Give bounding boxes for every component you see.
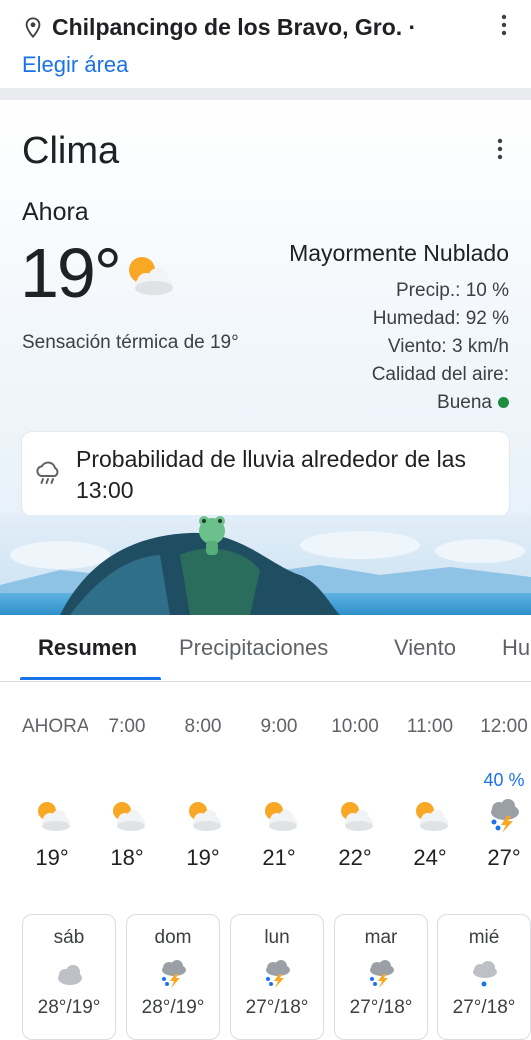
day-card[interactable]: dom 28°/19°: [126, 914, 220, 1040]
thunderstorm-icon: [162, 960, 186, 988]
section-divider: [0, 88, 531, 100]
choose-area-link[interactable]: Elegir área: [22, 52, 128, 78]
weather-tabs: Resumen Precipitaciones Viento Hu: [0, 615, 531, 682]
hour-time: 7:00: [108, 716, 146, 737]
current-temperature: 19°: [20, 234, 122, 312]
thunderstorm-icon: [370, 960, 394, 988]
hour-temp: 24°: [413, 845, 447, 870]
day-temp-range: 27°/18°: [452, 997, 516, 1018]
day-card[interactable]: sáb 28°/19°: [22, 914, 116, 1040]
hour-time: 12:00: [480, 716, 528, 737]
hour-temp: 19°: [35, 845, 69, 870]
day-name: lun: [264, 927, 290, 948]
hour-time: 9:00: [260, 716, 298, 737]
day-card[interactable]: lun 27°/18°: [230, 914, 324, 1040]
air-quality-dot: [498, 397, 509, 409]
thunderstorm-icon: [266, 960, 290, 988]
day-name: sáb: [53, 927, 85, 948]
location-row[interactable]: Chilpancingo de los Bravo, Gro. ·: [24, 14, 416, 41]
precip-detail: Precip.: 10 %: [396, 280, 509, 301]
rain-cloud-icon: [36, 461, 59, 484]
location-pin-icon: [25, 16, 41, 38]
day-temp-range: 27°/18°: [245, 997, 309, 1018]
air-quality-label: Calidad del aire:: [371, 364, 509, 385]
day-temp-range: 27°/18°: [349, 997, 413, 1018]
day-card[interactable]: mar 27°/18°: [334, 914, 428, 1040]
air-quality-row: Buena: [437, 392, 509, 414]
hour-time: 10:00: [331, 716, 379, 737]
day-name: mié: [468, 927, 500, 948]
partly-cloudy-icon: [129, 257, 173, 296]
day-temp-range: 28°/19°: [141, 997, 205, 1018]
hour-temp: 21°: [262, 845, 296, 870]
weather-title: Clima: [22, 130, 120, 172]
partly-cloudy-icon: [416, 802, 448, 831]
location-bar: Chilpancingo de los Bravo, Gro. · Elegir…: [0, 0, 531, 88]
rain-icon: [473, 961, 497, 987]
tab-humedad[interactable]: Hu: [502, 635, 530, 661]
weather-card: Clima Ahora 19° Sensación térmica de 19°…: [0, 100, 531, 615]
feels-like: Sensación térmica de 19°: [22, 332, 239, 353]
more-options-icon[interactable]: [499, 14, 509, 36]
tab-viento[interactable]: Viento: [394, 635, 456, 661]
cloudy-icon: [58, 965, 82, 985]
rain-alert-text: Probabilidad de lluvia alrededor de las …: [76, 446, 466, 503]
hourly-forecast: AHORA 19° 7:00 18° 8:00 19° 9:00 21° 10:…: [0, 700, 531, 890]
hour-precip: 40 %: [483, 770, 525, 790]
weather-illustration: [0, 515, 531, 615]
air-quality-value: Buena: [437, 392, 492, 413]
location-name: Chilpancingo de los Bravo, Gro. ·: [52, 14, 417, 40]
thunderstorm-icon: [491, 799, 519, 833]
hour-time: 11:00: [406, 716, 454, 737]
rain-alert[interactable]: Probabilidad de lluvia alrededor de las …: [22, 432, 509, 516]
humidity-detail: Humedad: 92 %: [372, 308, 509, 329]
day-temp-range: 28°/19°: [37, 997, 101, 1018]
hour-temp: 19°: [186, 845, 220, 870]
hour-temp: 22°: [338, 845, 372, 870]
day-name: mar: [364, 927, 398, 948]
partly-cloudy-icon: [265, 802, 297, 831]
partly-cloudy-icon: [38, 802, 70, 831]
day-card[interactable]: mié 27°/18°: [437, 914, 531, 1040]
weather-menu-icon[interactable]: [495, 138, 505, 160]
day-name: dom: [154, 927, 192, 948]
hour-time: AHORA: [22, 716, 88, 737]
partly-cloudy-icon: [189, 802, 221, 831]
hour-time: 8:00: [184, 716, 222, 737]
partly-cloudy-icon: [113, 802, 145, 831]
now-label: Ahora: [22, 198, 89, 226]
tab-resumen[interactable]: Resumen: [38, 635, 137, 661]
tab-precipitaciones[interactable]: Precipitaciones: [179, 635, 328, 661]
hour-temp: 18°: [110, 845, 144, 870]
wind-detail: Viento: 3 km/h: [387, 336, 509, 357]
hour-temp: 27°: [487, 845, 521, 870]
condition-text: Mayormente Nublado: [289, 240, 509, 266]
partly-cloudy-icon: [341, 802, 373, 831]
active-tab-indicator: [20, 677, 161, 680]
